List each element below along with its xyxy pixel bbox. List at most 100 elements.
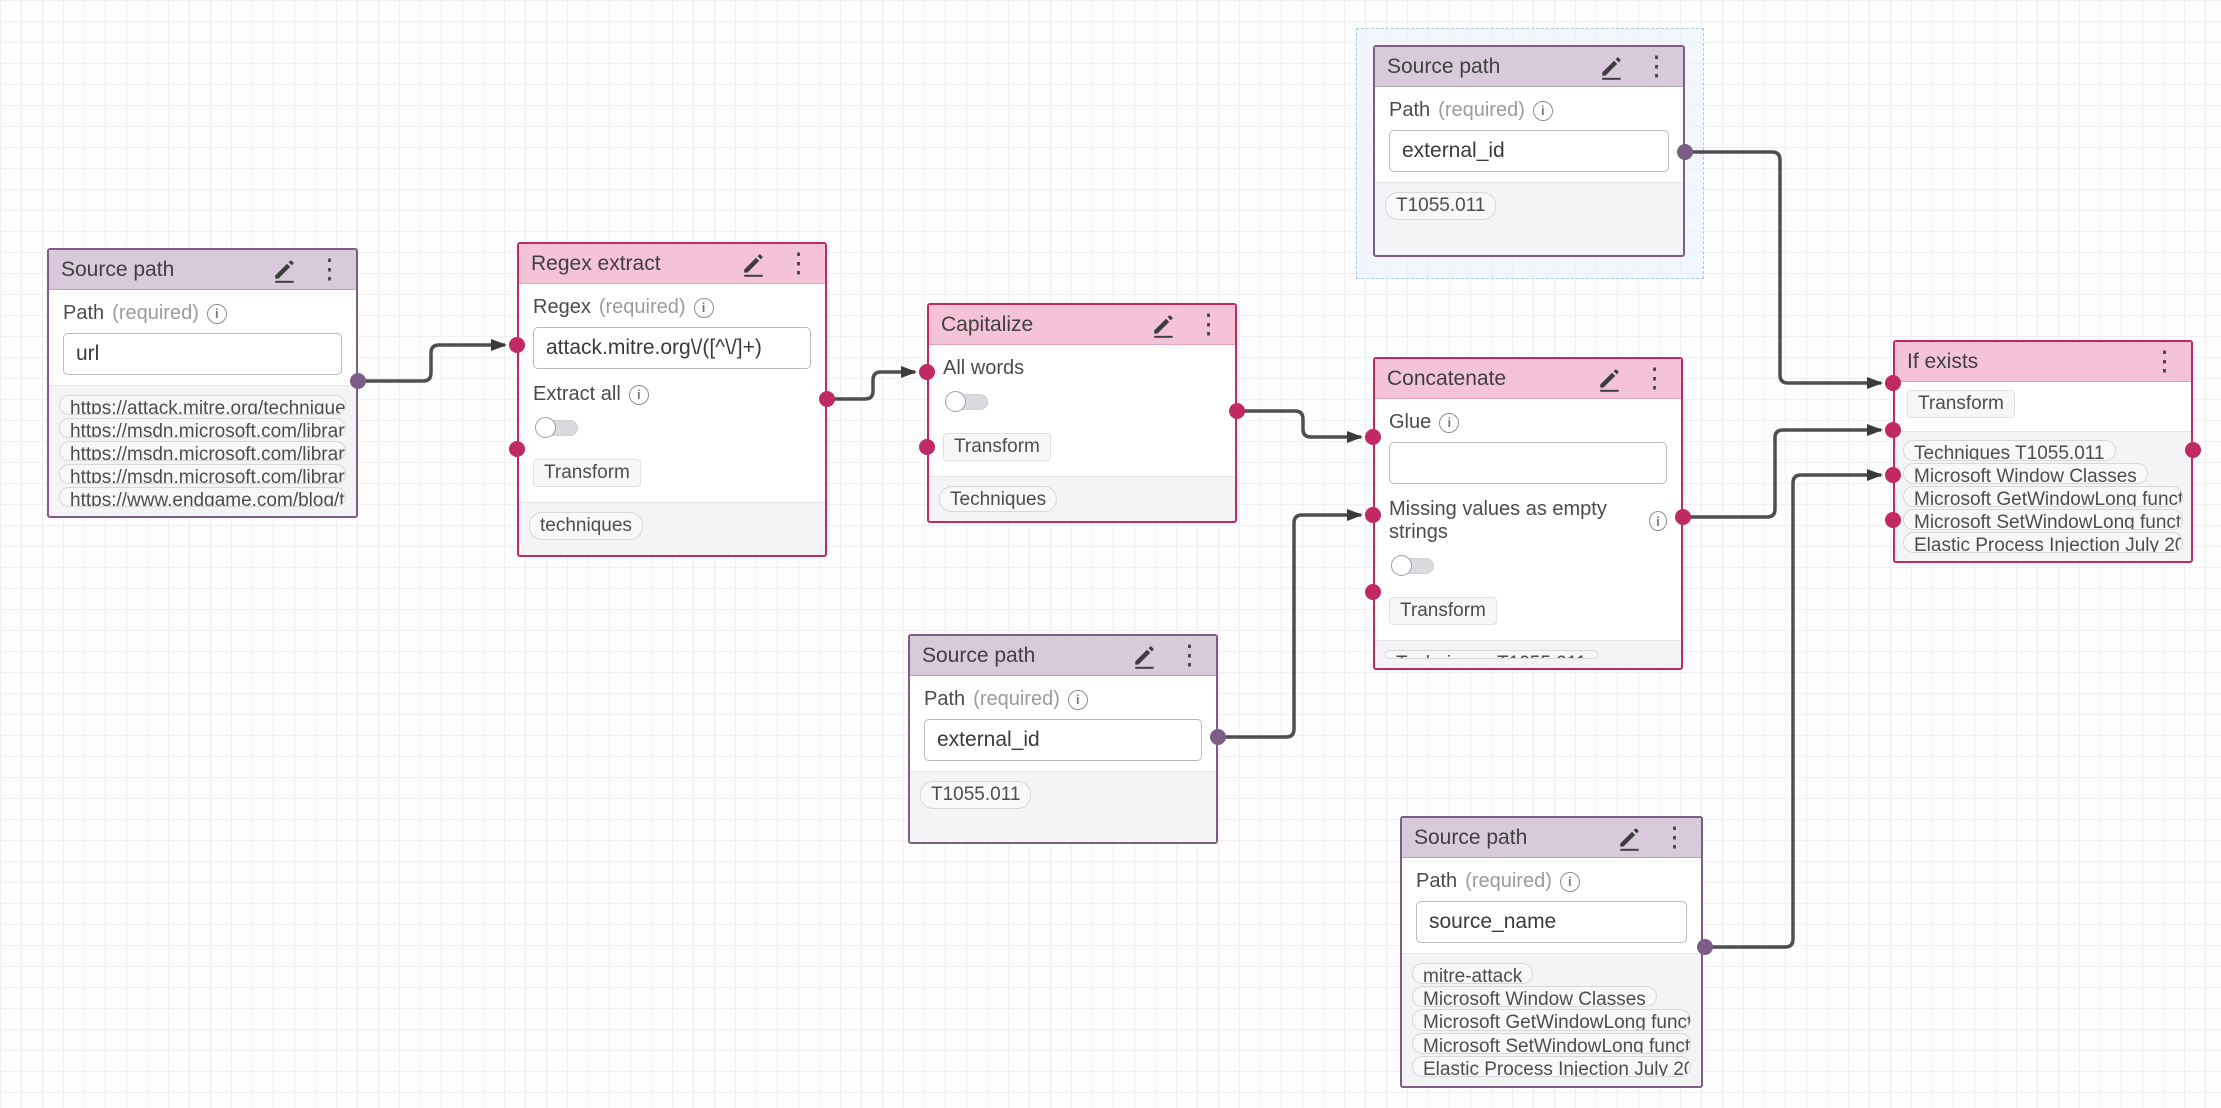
result-chip: techniques (529, 512, 643, 540)
kebab-menu-icon[interactable]: ⋮ (1641, 53, 1671, 80)
input-port[interactable] (1885, 467, 1901, 483)
input-port[interactable] (1885, 375, 1901, 391)
path-input[interactable] (1389, 130, 1669, 172)
kebab-menu-icon[interactable]: ⋮ (1639, 365, 1669, 392)
result-chip: Elastic Process Injection July 2017 (1903, 532, 2183, 553)
node-results: Techniques (929, 476, 1235, 521)
info-icon[interactable]: i (694, 298, 714, 318)
field-label: Path (required) i (63, 302, 342, 325)
input-port[interactable] (1885, 512, 1901, 528)
edit-icon[interactable] (1149, 310, 1179, 340)
output-port[interactable] (819, 391, 835, 407)
edge-sourcepath-url-to-regex (358, 345, 505, 381)
input-port[interactable] (919, 364, 935, 380)
output-port[interactable] (2185, 442, 2201, 458)
field-label: Path (required) i (1389, 99, 1669, 122)
kebab-menu-icon[interactable]: ⋮ (1659, 824, 1689, 851)
output-port[interactable] (1697, 939, 1713, 955)
input-port[interactable] (1365, 429, 1381, 445)
node-regex-extract[interactable]: Regex extract ⋮ Regex (required) i Extra… (517, 242, 827, 557)
node-header[interactable]: Source path ⋮ (1402, 818, 1701, 858)
node-results: Techniques T1055.011 Microsoft Window Cl… (1895, 431, 2191, 561)
node-header[interactable]: Concatenate ⋮ (1375, 359, 1681, 399)
input-port[interactable] (509, 441, 525, 457)
node-if-exists[interactable]: If exists ⋮ Transform Techniques T1055.0… (1893, 340, 2193, 563)
output-port[interactable] (1675, 509, 1691, 525)
node-source-path-source-name[interactable]: Source path ⋮ Path (required) i mitre-at… (1400, 816, 1703, 1088)
node-header[interactable]: If exists ⋮ (1895, 342, 2191, 382)
output-port[interactable] (350, 373, 366, 389)
result-chip: https://msdn.microsoft.com/library/win… (59, 418, 346, 438)
edit-icon[interactable] (1615, 823, 1645, 853)
node-source-path-url[interactable]: Source path ⋮ Path (required) i https://… (47, 248, 358, 518)
regex-input[interactable] (533, 327, 811, 369)
output-port[interactable] (1229, 403, 1245, 419)
node-header[interactable]: Source path ⋮ (1375, 47, 1683, 87)
edit-icon[interactable] (1595, 364, 1625, 394)
kebab-menu-icon[interactable]: ⋮ (314, 256, 344, 283)
all-words-toggle[interactable] (945, 390, 991, 414)
kebab-menu-icon[interactable]: ⋮ (1174, 642, 1204, 669)
kebab-menu-icon[interactable]: ⋮ (783, 250, 813, 277)
node-header[interactable]: Regex extract ⋮ (519, 244, 825, 284)
path-input[interactable] (63, 333, 342, 375)
edit-icon[interactable] (1130, 641, 1160, 671)
transform-chip: Transform (533, 459, 641, 487)
edit-icon[interactable] (1597, 52, 1627, 82)
input-port[interactable] (1365, 584, 1381, 600)
extract-all-toggle[interactable] (535, 416, 581, 440)
info-icon[interactable]: i (1068, 690, 1088, 710)
edit-icon[interactable] (270, 255, 300, 285)
node-source-path-external-id-mid[interactable]: Source path ⋮ Path (required) i T1055.01… (908, 634, 1218, 844)
node-results: https://attack.mitre.org/techniques/T10…… (49, 385, 356, 516)
node-title: If exists (1907, 350, 2135, 374)
glue-input[interactable] (1389, 442, 1667, 484)
toggle-label: All words (943, 357, 1221, 380)
output-port[interactable] (1677, 144, 1693, 160)
input-port[interactable] (509, 337, 525, 353)
result-chip: Techniques T1055.011 (1903, 440, 2116, 461)
result-chip: Techniques (939, 486, 1057, 512)
node-results: T1055.011 (1375, 182, 1683, 255)
toggle-label: Extract all i (533, 383, 811, 406)
result-chip: Microsoft Window Classes (1903, 463, 2148, 484)
path-input[interactable] (1416, 901, 1687, 943)
result-chip: Microsoft Window Classes (1412, 986, 1657, 1007)
node-capitalize[interactable]: Capitalize ⋮ All words Transform Techniq… (927, 303, 1237, 523)
missing-values-toggle[interactable] (1391, 554, 1437, 578)
field-label: Path (required) i (924, 688, 1202, 711)
path-input[interactable] (924, 719, 1202, 761)
input-port[interactable] (919, 439, 935, 455)
result-chip: https://attack.mitre.org/techniques/T10… (59, 395, 346, 415)
result-chip: Microsoft GetWindowLong function (1903, 486, 2183, 507)
transform-chip: Transform (1907, 390, 2015, 418)
transform-chip: Transform (1389, 597, 1497, 625)
edit-icon[interactable] (739, 249, 769, 279)
node-header[interactable]: Capitalize ⋮ (929, 305, 1235, 345)
info-icon[interactable]: i (1439, 413, 1459, 433)
node-title: Source path (61, 258, 256, 282)
toggle-label: Missing values as empty strings i (1389, 498, 1667, 544)
info-icon[interactable]: i (1560, 872, 1580, 892)
field-label: Path (required) i (1416, 870, 1687, 893)
node-results: mitre-attack Microsoft Window Classes Mi… (1402, 953, 1701, 1086)
node-concatenate[interactable]: Concatenate ⋮ Glue i Missing values as e… (1373, 357, 1683, 670)
result-chip: mitre-attack (1412, 963, 1533, 984)
result-chip: Elastic Process Injection July 2017 (1412, 1056, 1691, 1077)
flow-canvas[interactable]: { "canvas": { "grid_size_px": 21, "backg… (0, 0, 2221, 1108)
node-source-path-external-id-top[interactable]: Source path ⋮ Path (required) i T1055.01… (1373, 45, 1685, 257)
info-icon[interactable]: i (207, 304, 227, 324)
kebab-menu-icon[interactable]: ⋮ (2149, 348, 2179, 375)
node-header[interactable]: Source path ⋮ (49, 250, 356, 290)
node-header[interactable]: Source path ⋮ (910, 636, 1216, 676)
output-port[interactable] (1210, 729, 1226, 745)
field-label: Glue i (1389, 411, 1667, 434)
info-icon[interactable]: i (1649, 511, 1667, 531)
info-icon[interactable]: i (629, 385, 649, 405)
input-port[interactable] (1365, 507, 1381, 523)
kebab-menu-icon[interactable]: ⋮ (1193, 311, 1223, 338)
transform-chip: Transform (943, 433, 1051, 461)
edge-concatenate-to-ifexists (1683, 430, 1881, 517)
info-icon[interactable]: i (1533, 101, 1553, 121)
input-port[interactable] (1885, 422, 1901, 438)
